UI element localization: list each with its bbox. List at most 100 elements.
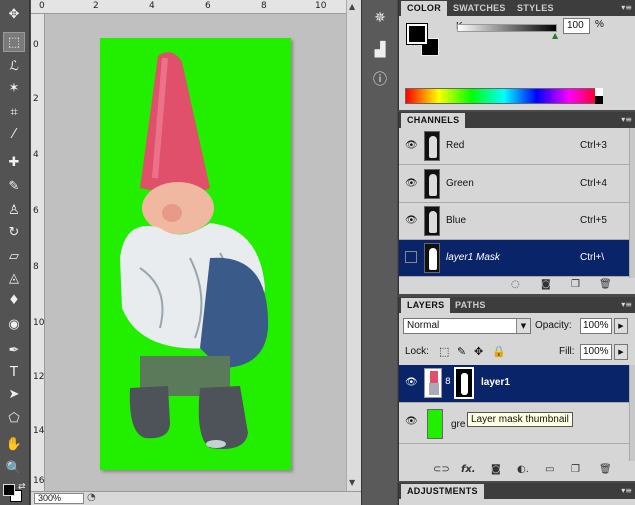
channel-row-red[interactable]: 👁 Red Ctrl+3 bbox=[399, 128, 630, 165]
vertical-scrollbar[interactable]: ▲ ▼ bbox=[346, 0, 361, 491]
save-selection-icon[interactable]: ◙ bbox=[541, 279, 551, 290]
new-channel-icon[interactable]: ❐ bbox=[571, 279, 580, 290]
hand-tool-icon[interactable]: ✋ bbox=[3, 434, 25, 454]
eyedropper-tool-icon[interactable]: ⁄ bbox=[3, 124, 25, 144]
foreground-swatch[interactable] bbox=[406, 23, 428, 45]
spot-healing-tool-icon[interactable]: ✚ bbox=[3, 152, 25, 172]
ramp-black-swatch[interactable] bbox=[595, 96, 603, 104]
foreground-color-swatch[interactable] bbox=[3, 484, 15, 496]
channel-name: Blue bbox=[446, 215, 467, 226]
adjustments-panel-tabbar: ADJUSTMENTS ▾≡ bbox=[399, 483, 635, 499]
color-ramp[interactable] bbox=[405, 88, 603, 104]
visibility-eye-icon[interactable]: 👁 bbox=[405, 140, 418, 152]
zoom-tool-icon[interactable]: 🔍 bbox=[3, 458, 25, 478]
chevron-down-icon[interactable]: ▼ bbox=[516, 319, 530, 333]
tab-color[interactable]: COLOR bbox=[401, 1, 447, 16]
lock-transparent-icon[interactable]: ⬚ bbox=[439, 345, 449, 358]
blend-mode-select[interactable]: Normal ▼ bbox=[403, 318, 531, 334]
histogram-icon[interactable]: ▟ bbox=[370, 40, 390, 60]
add-mask-icon[interactable]: ◙ bbox=[491, 464, 501, 475]
zoom-level-field[interactable]: 300% bbox=[34, 493, 84, 504]
visibility-eye-icon[interactable]: 👁 bbox=[405, 377, 418, 389]
lock-all-icon[interactable]: 🔒 bbox=[492, 345, 506, 358]
scroll-down-icon[interactable]: ▼ bbox=[349, 478, 359, 488]
ruler-label: 14 bbox=[33, 426, 45, 436]
k-slider[interactable] bbox=[457, 24, 557, 32]
panel-menu-icon[interactable]: ▾≡ bbox=[621, 486, 632, 495]
fill-slider-button[interactable]: ▶ bbox=[614, 344, 628, 360]
layer-mask-thumbnail[interactable] bbox=[454, 367, 474, 399]
panel-menu-icon[interactable]: ▾≡ bbox=[621, 300, 632, 309]
blur-tool-icon[interactable]: ♦ bbox=[3, 290, 25, 310]
visibility-toggle[interactable] bbox=[405, 251, 417, 263]
opacity-input[interactable]: 100% bbox=[580, 318, 612, 334]
layer-row-layer1[interactable]: 👁 8 layer1 bbox=[399, 365, 630, 403]
history-brush-tool-icon[interactable]: ↻ bbox=[3, 222, 25, 242]
panel-icon-strip: ✵ ▟ ⓘ bbox=[361, 0, 397, 505]
marquee-tool-icon[interactable]: ⬚ bbox=[3, 32, 25, 52]
dodge-tool-icon[interactable]: ◉ bbox=[3, 314, 25, 334]
visibility-eye-icon[interactable]: 👁 bbox=[405, 178, 418, 190]
slider-handle-icon[interactable]: ▲ bbox=[552, 31, 558, 40]
eraser-tool-icon[interactable]: ▱ bbox=[3, 246, 25, 266]
brush-tool-icon[interactable]: ✎ bbox=[3, 176, 25, 196]
tab-styles[interactable]: STYLES bbox=[511, 1, 560, 16]
pen-tool-icon[interactable]: ✒ bbox=[3, 340, 25, 360]
lock-pixels-icon[interactable]: ✎ bbox=[457, 345, 466, 358]
new-layer-icon[interactable]: ❐ bbox=[571, 464, 580, 475]
channel-row-layer-mask[interactable]: layer1 Mask Ctrl+\ bbox=[399, 240, 630, 277]
panel-menu-icon[interactable]: ▾≡ bbox=[621, 115, 632, 124]
lock-position-icon[interactable]: ✥ bbox=[474, 345, 483, 358]
ruler-label: 8 bbox=[261, 1, 267, 11]
link-layers-icon[interactable]: ⊂⊃ bbox=[433, 464, 450, 475]
clone-stamp-tool-icon[interactable]: ♙ bbox=[3, 200, 25, 220]
opacity-slider-button[interactable]: ▶ bbox=[614, 318, 628, 334]
channels-scrollbar[interactable] bbox=[629, 128, 635, 278]
tab-adjustments[interactable]: ADJUSTMENTS bbox=[401, 484, 484, 499]
fill-input[interactable]: 100% bbox=[580, 344, 612, 360]
tab-paths[interactable]: PATHS bbox=[449, 298, 492, 313]
channel-row-blue[interactable]: 👁 Blue Ctrl+5 bbox=[399, 203, 630, 240]
panel-menu-icon[interactable]: ▾≡ bbox=[621, 3, 632, 12]
lasso-tool-icon[interactable]: ℒ bbox=[3, 56, 25, 76]
swap-colors-icon[interactable]: ⇄ bbox=[18, 482, 26, 492]
trash-icon[interactable]: 🗑 bbox=[599, 279, 612, 290]
shape-tool-icon[interactable]: ⬠ bbox=[3, 408, 25, 428]
layers-panel-tabbar: LAYERS PATHS ▾≡ bbox=[399, 297, 635, 313]
paint-bucket-tool-icon[interactable]: ◬ bbox=[3, 268, 25, 288]
visibility-eye-icon[interactable]: 👁 bbox=[405, 416, 418, 428]
ruler-label: 8 bbox=[33, 262, 39, 272]
ramp-white-swatch[interactable] bbox=[595, 88, 603, 96]
tab-layers[interactable]: LAYERS bbox=[401, 298, 451, 313]
path-selection-tool-icon[interactable]: ➤ bbox=[3, 384, 25, 404]
color-panel-tabbar: COLOR SWATCHES STYLES ▾≡ bbox=[399, 0, 635, 16]
group-icon[interactable]: ▭ bbox=[545, 464, 554, 475]
type-tool-icon[interactable]: T bbox=[3, 362, 25, 382]
status-menu-icon[interactable]: ◔ bbox=[87, 492, 96, 503]
move-tool-icon[interactable]: ✥ bbox=[3, 4, 25, 24]
info-icon[interactable]: ⓘ bbox=[370, 70, 390, 90]
visibility-eye-icon[interactable]: 👁 bbox=[405, 215, 418, 227]
channel-thumbnail bbox=[424, 131, 440, 161]
channel-thumbnail bbox=[424, 206, 440, 236]
adjustment-icon[interactable]: ◐. bbox=[517, 464, 529, 475]
ruler-label: 6 bbox=[205, 1, 211, 11]
channel-row-green[interactable]: 👁 Green Ctrl+4 bbox=[399, 166, 630, 203]
layer-name: layer1 bbox=[481, 377, 510, 388]
trash-icon[interactable]: 🗑 bbox=[599, 464, 612, 475]
layers-scrollbar[interactable] bbox=[629, 365, 635, 461]
k-value-input[interactable]: 100 bbox=[563, 18, 590, 34]
fx-icon[interactable]: fx. bbox=[461, 464, 476, 475]
document-canvas[interactable] bbox=[100, 38, 291, 470]
scroll-up-icon[interactable]: ▲ bbox=[349, 2, 359, 12]
navigator-icon[interactable]: ✵ bbox=[370, 8, 390, 28]
load-selection-icon[interactable]: ◌ bbox=[511, 279, 520, 290]
magic-wand-tool-icon[interactable]: ✶ bbox=[3, 78, 25, 98]
layers-panel: LAYERS PATHS ▾≡ Normal ▼ Opacity: 100% ▶… bbox=[398, 297, 635, 481]
mask-link-icon[interactable]: 8 bbox=[445, 377, 451, 387]
tools-panel: ✥ ⬚ ℒ ✶ ⌗ ⁄ ✚ ✎ ♙ ↻ ▱ ◬ ♦ ◉ ✒ T ➤ ⬠ ✋ 🔍 … bbox=[0, 0, 30, 505]
tab-swatches[interactable]: SWATCHES bbox=[447, 1, 512, 16]
layer-thumbnail bbox=[424, 368, 442, 398]
tab-channels[interactable]: CHANNELS bbox=[401, 113, 466, 128]
crop-tool-icon[interactable]: ⌗ bbox=[3, 102, 25, 122]
